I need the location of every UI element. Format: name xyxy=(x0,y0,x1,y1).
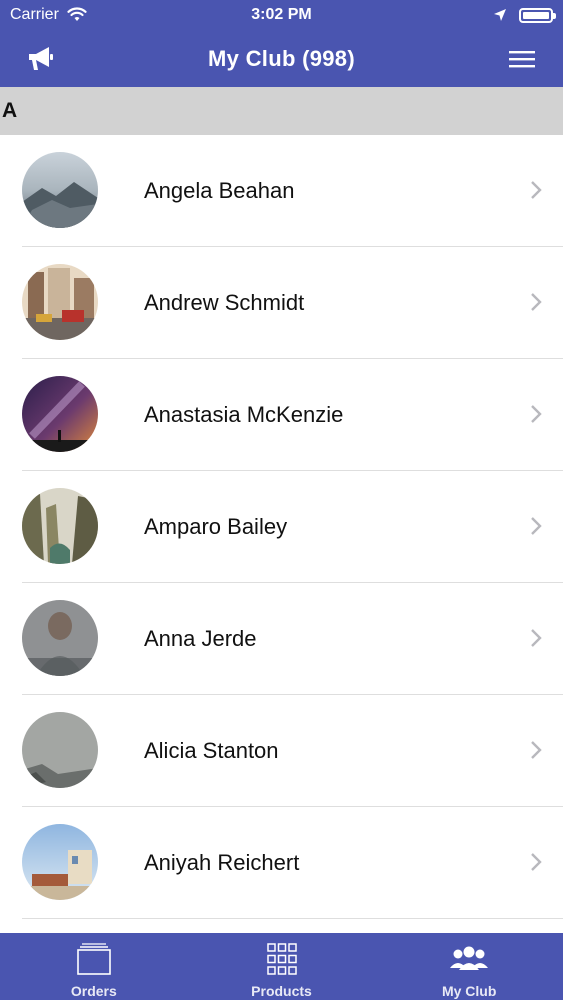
location-arrow-icon xyxy=(494,9,506,21)
chevron-right-icon xyxy=(531,517,542,535)
carrier-label: Carrier xyxy=(10,6,59,23)
list-item[interactable]: Amparo Bailey xyxy=(0,471,563,583)
tab-label: Orders xyxy=(70,983,117,999)
member-name: Anastasia McKenzie xyxy=(144,402,344,427)
tab-products[interactable]: Products xyxy=(188,933,376,1000)
page-title: My Club (998) xyxy=(208,45,355,71)
avatar xyxy=(22,600,98,676)
status-right xyxy=(493,7,556,23)
chevron-right-icon xyxy=(531,629,542,647)
chevron-right-icon xyxy=(531,853,542,871)
section-header: A xyxy=(0,87,563,135)
avatar xyxy=(22,488,98,564)
battery-icon xyxy=(519,7,556,23)
avatar xyxy=(22,152,98,228)
tab-my-club[interactable]: My Club xyxy=(375,933,563,1000)
tab-orders[interactable]: Orders xyxy=(0,933,188,1000)
menu-button[interactable] xyxy=(505,42,539,76)
status-left: Carrier xyxy=(10,6,87,24)
announcement-button[interactable] xyxy=(24,42,58,76)
megaphone-icon xyxy=(29,47,53,70)
avatar xyxy=(22,712,98,788)
avatar xyxy=(22,824,98,900)
tab-label: Products xyxy=(251,983,312,999)
member-name: Aniyah Reichert xyxy=(144,850,300,875)
chevron-right-icon xyxy=(531,405,542,423)
tab-label: My Club xyxy=(441,983,497,999)
status-bar: Carrier 3:02 PM xyxy=(0,0,563,30)
member-name: Andrew Schmidt xyxy=(144,290,305,315)
list-item[interactable]: Anastasia McKenzie xyxy=(0,359,563,471)
people-icon xyxy=(449,941,489,977)
list-item[interactable]: Anna Jerde xyxy=(0,583,563,695)
grid-icon xyxy=(262,941,302,977)
nav-bar: My Club (998) xyxy=(0,30,563,87)
list-item[interactable]: Andrew Schmidt xyxy=(0,247,563,359)
avatar xyxy=(22,264,98,340)
orders-tray-icon xyxy=(74,941,114,977)
member-name: Angela Beahan xyxy=(144,178,295,203)
chevron-right-icon xyxy=(531,293,542,311)
list-item[interactable]: Angela Beahan xyxy=(0,135,563,247)
member-name: Amparo Bailey xyxy=(144,514,288,539)
member-list[interactable]: Angela Beahan Andrew Schmidt Anastasia M… xyxy=(0,135,563,933)
hamburger-menu-icon xyxy=(509,51,535,68)
tab-bar: Orders Products My Club xyxy=(0,933,563,1000)
list-item[interactable]: Alicia Stanton xyxy=(0,695,563,807)
list-item[interactable]: Aniyah Reichert xyxy=(0,807,563,919)
chevron-right-icon xyxy=(531,181,542,199)
chevron-right-icon xyxy=(531,741,542,759)
wifi-icon xyxy=(67,7,87,21)
member-name: Alicia Stanton xyxy=(144,738,279,763)
member-name: Anna Jerde xyxy=(144,626,257,651)
avatar xyxy=(22,376,98,452)
